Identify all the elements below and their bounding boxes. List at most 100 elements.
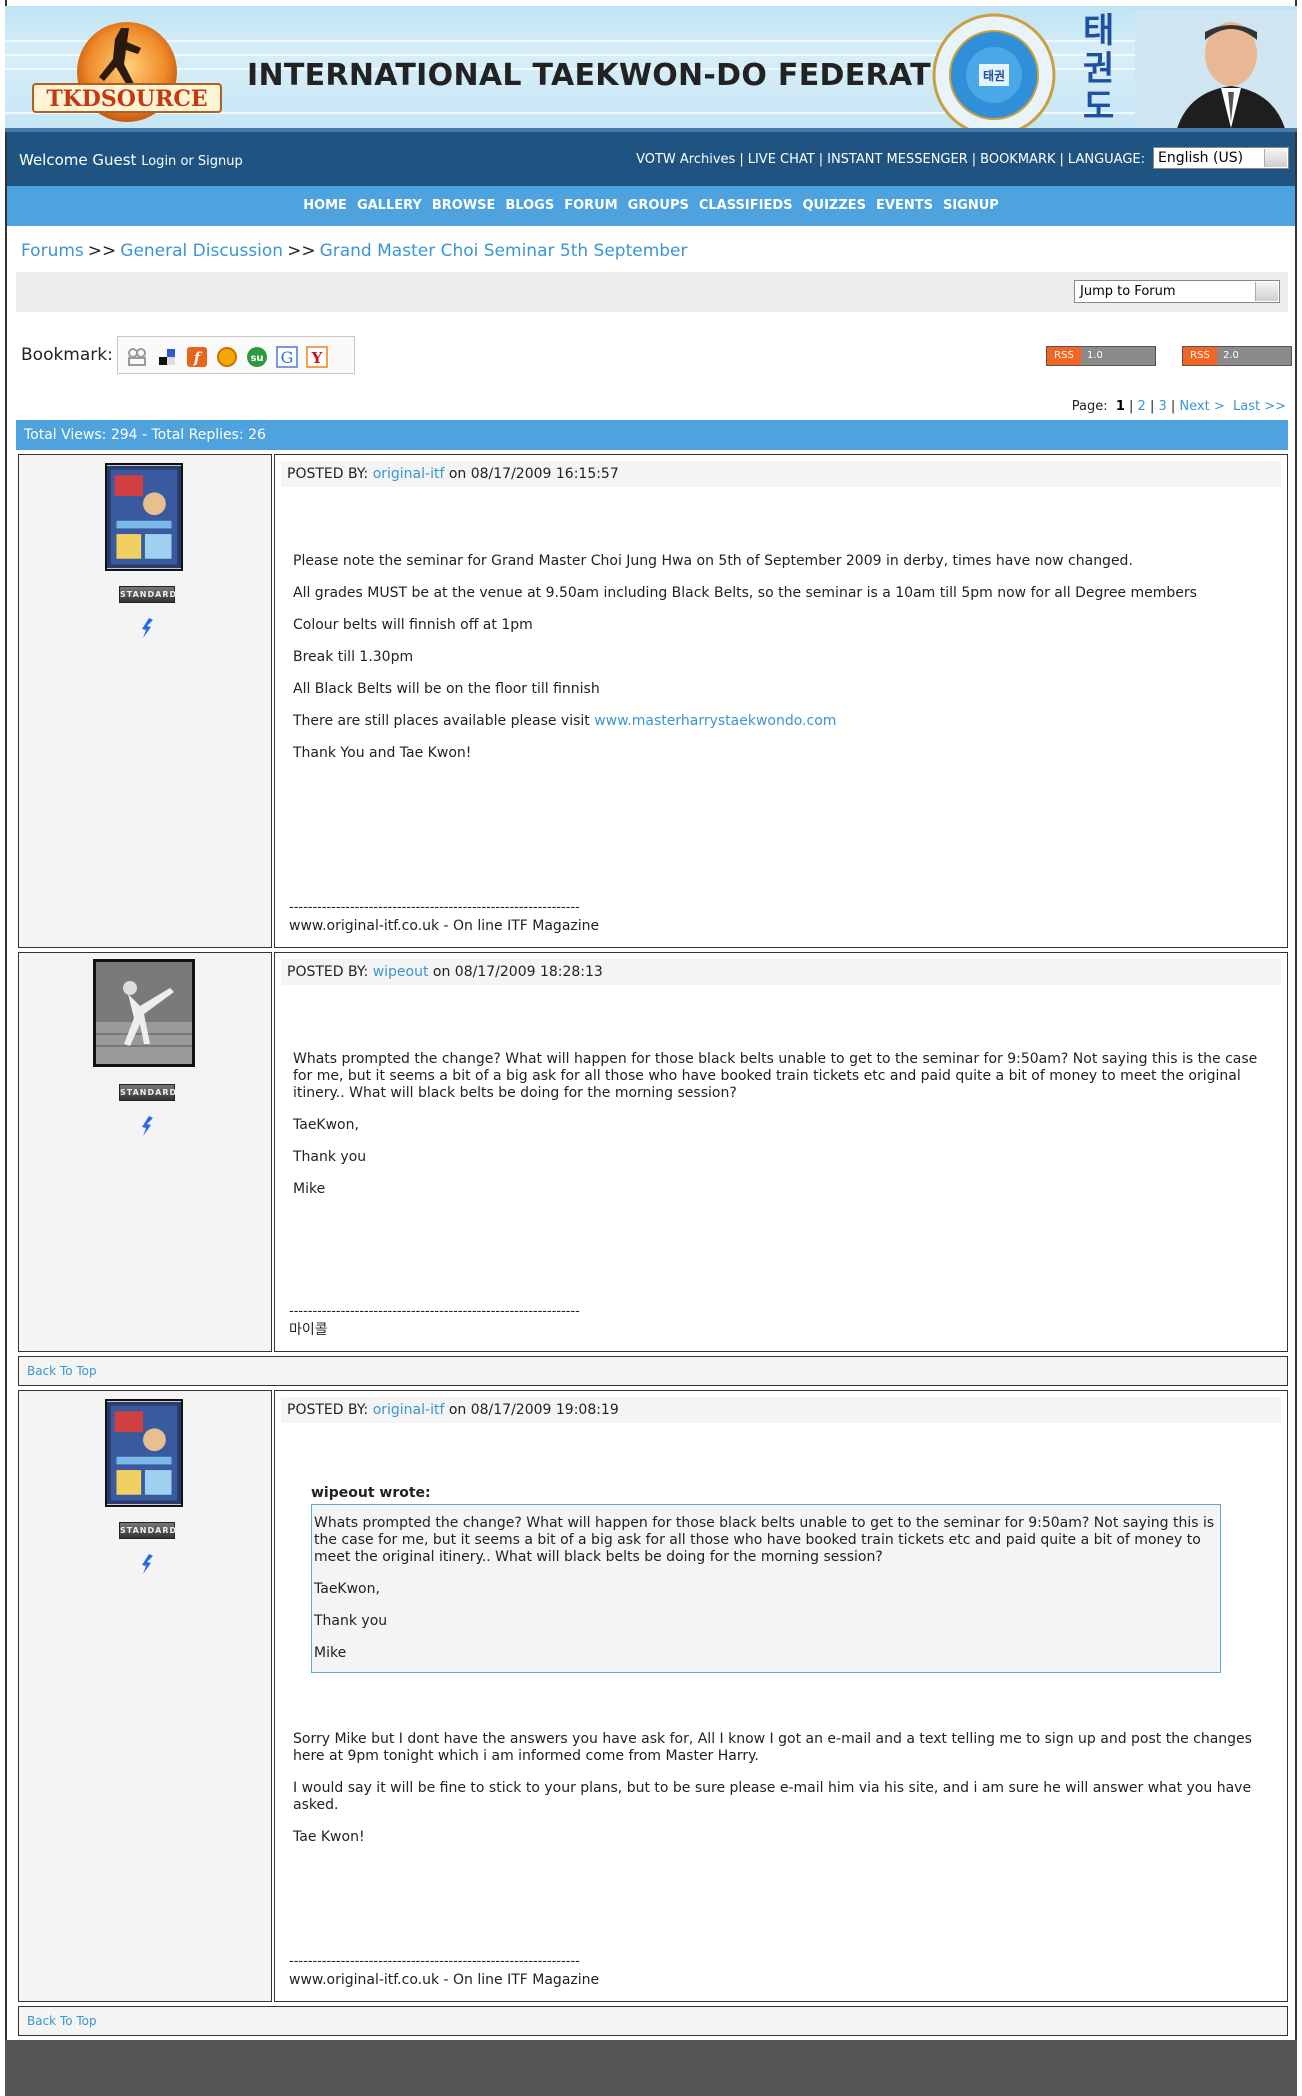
tkdsource-logo[interactable]: TKDSOURCE bbox=[29, 16, 225, 124]
external-link[interactable]: www.masterharrystaekwondo.com bbox=[594, 713, 836, 729]
nav-quizzes[interactable]: QUIZZES bbox=[802, 186, 866, 226]
site-banner: TKDSOURCE INTERNATIONAL TAEKWON-DO FEDER… bbox=[5, 6, 1297, 132]
quote-author: wipeout wrote: bbox=[311, 1485, 431, 1501]
instant-messenger-link[interactable]: INSTANT MESSENGER bbox=[827, 152, 968, 167]
post-content: POSTED BY: wipeout on 08/17/2009 18:28:1… bbox=[274, 952, 1288, 1352]
post-signature: ----------------------------------------… bbox=[289, 1953, 699, 1989]
korean-char: 태 bbox=[1083, 11, 1115, 51]
page-2-link[interactable]: 2 bbox=[1138, 399, 1146, 414]
votw-archives-link[interactable]: VOTW Archives bbox=[636, 152, 735, 167]
nav-signup[interactable]: SIGNUP bbox=[943, 186, 999, 226]
breadcrumb-sep: >> bbox=[87, 241, 117, 261]
back-to-top-link[interactable]: Back To Top bbox=[27, 2014, 97, 2028]
post-signature: ----------------------------------------… bbox=[289, 899, 699, 935]
stumbleupon-icon[interactable]: su bbox=[246, 346, 268, 368]
post-header: POSTED BY: original-itf on 08/17/2009 19… bbox=[281, 1397, 1281, 1423]
korean-char: 권 bbox=[1083, 49, 1115, 89]
blinklist-icon[interactable] bbox=[216, 346, 238, 368]
post-author-link[interactable]: original-itf bbox=[373, 1402, 445, 1418]
signup-link[interactable]: Signup bbox=[198, 154, 243, 169]
breadcrumb-forums[interactable]: Forums bbox=[21, 241, 84, 261]
nav-gallery[interactable]: GALLERY bbox=[357, 186, 422, 226]
nav-classifieds[interactable]: CLASSIFIEDS bbox=[699, 186, 793, 226]
post-signature: ----------------------------------------… bbox=[289, 1303, 699, 1339]
svg-text:태권: 태권 bbox=[983, 68, 1005, 83]
rss-tag: RSS bbox=[1047, 347, 1081, 365]
nav-browse[interactable]: BROWSE bbox=[432, 186, 496, 226]
post-paragraph: I would say it will be fine to stick to … bbox=[293, 1780, 1252, 1813]
post-body: Please note the seminar for Grand Master… bbox=[293, 553, 1267, 777]
signature-text: 마이콜 bbox=[289, 1322, 328, 1338]
chevron-down-icon bbox=[1255, 282, 1278, 301]
post-paragraph: TaeKwon, bbox=[293, 1117, 359, 1133]
quote-paragraph: TaeKwon, bbox=[314, 1581, 380, 1597]
nav-forum[interactable]: FORUM bbox=[564, 186, 617, 226]
next-page-link[interactable]: Next > bbox=[1179, 399, 1224, 414]
quote-box: Whats prompted the change? What will hap… bbox=[311, 1504, 1221, 1673]
jump-to-forum-select[interactable]: Jump to Forum bbox=[1074, 280, 1280, 303]
post-author-panel: STANDARD bbox=[18, 454, 272, 948]
nav-groups[interactable]: GROUPS bbox=[628, 186, 689, 226]
avatar[interactable] bbox=[93, 959, 195, 1067]
breadcrumb-general-discussion[interactable]: General Discussion bbox=[120, 241, 283, 261]
post-header: POSTED BY: wipeout on 08/17/2009 18:28:1… bbox=[281, 959, 1281, 985]
top-links: VOTW Archives | LIVE CHAT | INSTANT MESSENGE… bbox=[636, 152, 1145, 167]
breadcrumb-thread[interactable]: Grand Master Choi Seminar 5th September bbox=[320, 241, 688, 261]
signature-text: www.original-itf.co.uk - On line ITF Mag… bbox=[289, 918, 600, 934]
top-bar: Welcome Guest Login or Signup VOTW Archi… bbox=[7, 132, 1295, 186]
quote-paragraph: Thank you bbox=[314, 1613, 388, 1629]
yahoo-icon[interactable]: Y bbox=[306, 346, 328, 368]
digg-icon[interactable] bbox=[126, 346, 148, 368]
rss-1-button[interactable]: RSS 1.0 bbox=[1046, 346, 1156, 366]
back-to-top-link[interactable]: Back To Top bbox=[27, 1364, 97, 1378]
post-author-panel: STANDARD bbox=[18, 952, 272, 1352]
forum-post: STANDARD POSTED BY: original-itf on 08/1… bbox=[18, 454, 1288, 948]
post-author-link[interactable]: wipeout bbox=[373, 964, 429, 980]
jump-bar: Jump to Forum bbox=[16, 272, 1288, 312]
post-quote: wipeout wrote: Whats prompted the change… bbox=[311, 1485, 1221, 1673]
quote-paragraph: Mike bbox=[314, 1645, 347, 1661]
post-body: Sorry Mike but I dont have the answers y… bbox=[293, 1731, 1267, 1861]
post-author-panel: STANDARD bbox=[18, 1390, 272, 2002]
page-3-link[interactable]: 3 bbox=[1158, 399, 1166, 414]
bookmark-label: Bookmark: bbox=[21, 345, 113, 365]
post-date: on 08/17/2009 18:28:13 bbox=[432, 964, 603, 980]
post-paragraph: Tae Kwon! bbox=[293, 1829, 365, 1845]
signature-divider: ----------------------------------------… bbox=[289, 1954, 580, 1969]
post-paragraph: Sorry Mike but I dont have the answers y… bbox=[293, 1731, 1252, 1764]
post-paragraph: Mike bbox=[293, 1181, 326, 1197]
last-page-link[interactable]: Last >> bbox=[1233, 399, 1286, 414]
post-header: POSTED BY: original-itf on 08/17/2009 16… bbox=[281, 461, 1281, 487]
avatar[interactable] bbox=[105, 1399, 183, 1507]
signature-divider: ----------------------------------------… bbox=[289, 1304, 580, 1319]
delicious-icon[interactable] bbox=[156, 346, 178, 368]
welcome-label: Welcome Guest bbox=[19, 151, 137, 169]
language-select[interactable]: English (US) bbox=[1153, 147, 1289, 169]
flag-icon bbox=[142, 618, 153, 638]
welcome-text: Welcome Guest Login or Signup bbox=[19, 151, 243, 169]
furl-icon[interactable]: f bbox=[186, 346, 208, 368]
post-paragraph: Break till 1.30pm bbox=[293, 649, 414, 665]
post-date: on 08/17/2009 19:08:19 bbox=[448, 1402, 619, 1418]
nav-blogs[interactable]: BLOGS bbox=[505, 186, 554, 226]
post-author-link[interactable]: original-itf bbox=[373, 466, 445, 482]
current-page: 1 bbox=[1115, 399, 1125, 414]
bookmark-link[interactable]: BOOKMARK bbox=[980, 152, 1055, 167]
svg-text:su: su bbox=[250, 353, 263, 364]
forum-post: STANDARD POSTED BY: wipeout on 08/17/200… bbox=[18, 952, 1288, 1352]
rss-2-button[interactable]: RSS 2.0 bbox=[1182, 346, 1292, 366]
google-icon[interactable]: G bbox=[276, 346, 298, 368]
nav-home[interactable]: HOME bbox=[303, 186, 347, 226]
nav-events[interactable]: EVENTS bbox=[876, 186, 933, 226]
login-link[interactable]: Login bbox=[141, 154, 176, 169]
back-to-top-bar: Back To Top bbox=[18, 2006, 1288, 2036]
post-content: POSTED BY: original-itf on 08/17/2009 19… bbox=[274, 1390, 1288, 2002]
post-paragraph: All Black Belts will be on the floor til… bbox=[293, 681, 600, 697]
site-title: INTERNATIONAL TAEKWON-DO FEDERATION bbox=[247, 58, 994, 93]
rank-badge: STANDARD bbox=[119, 1522, 176, 1539]
live-chat-link[interactable]: LIVE CHAT bbox=[748, 152, 815, 167]
post-paragraph: Thank You and Tae Kwon! bbox=[293, 745, 472, 761]
rss-version: 2.0 bbox=[1223, 350, 1239, 361]
post-paragraph: Colour belts will finnish off at 1pm bbox=[293, 617, 533, 633]
avatar[interactable] bbox=[105, 463, 183, 571]
